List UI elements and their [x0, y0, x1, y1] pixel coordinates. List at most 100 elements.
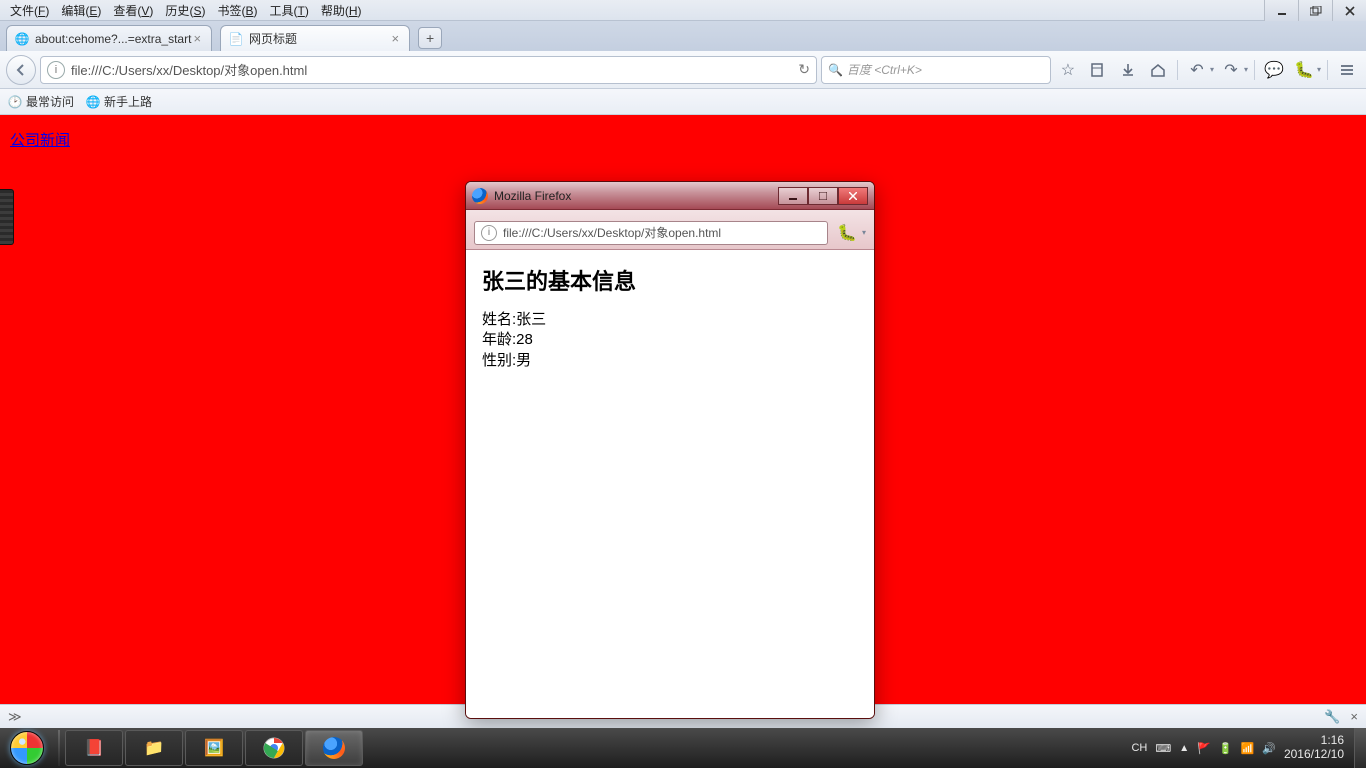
- search-bar[interactable]: 🔍 百度 <Ctrl+K>: [821, 56, 1051, 84]
- menu-help[interactable]: 帮助(H): [315, 1, 368, 20]
- menu-file[interactable]: 文件(F): [4, 1, 55, 20]
- critter-icon[interactable]: 🐛: [1291, 57, 1317, 83]
- window-restore-button[interactable]: [1298, 0, 1332, 21]
- system-tray: CH ⌨ ▲ 🚩 🔋 📶 🔊 1:16 2016/12/10: [1121, 728, 1354, 768]
- volume-icon[interactable]: 🔊: [1262, 742, 1276, 755]
- dropdown-icon[interactable]: ▾: [1244, 65, 1248, 74]
- page-content: 公司新闻 Mozilla Firefox i file:///C:/Users/…: [0, 115, 1366, 704]
- nav-bar: i file:///C:/Users/xx/Desktop/对象open.htm…: [0, 51, 1366, 89]
- new-tab-button[interactable]: +: [418, 27, 442, 49]
- site-info-icon[interactable]: i: [481, 225, 497, 241]
- window-close-button[interactable]: [1332, 0, 1366, 21]
- app-icon: 📕: [80, 734, 108, 762]
- battery-icon[interactable]: 🔋: [1219, 742, 1233, 755]
- show-desktop-button[interactable]: [1354, 728, 1366, 768]
- tray-overflow-button[interactable]: ▲: [1179, 743, 1189, 754]
- tab-title: about:cehome?...=extra_start: [35, 32, 191, 46]
- library-button[interactable]: [1085, 57, 1111, 83]
- network-icon[interactable]: 📶: [1241, 742, 1255, 755]
- dropdown-icon[interactable]: ▾: [1210, 65, 1214, 74]
- redo-button[interactable]: ↷: [1218, 57, 1244, 83]
- photo-icon: 🖼️: [200, 734, 228, 762]
- back-arrow-icon: [14, 63, 28, 77]
- popup-toolbar: i file:///C:/Users/xx/Desktop/对象open.htm…: [466, 210, 874, 250]
- popup-url-bar[interactable]: i file:///C:/Users/xx/Desktop/对象open.htm…: [474, 221, 828, 245]
- ime-indicator[interactable]: CH: [1131, 742, 1147, 754]
- windows-taskbar: 📕 📁 🖼️ CH ⌨ ▲ 🚩 🔋 📶 🔊 1:16 2016/12/10: [0, 728, 1366, 768]
- start-button[interactable]: [0, 728, 54, 768]
- clock-time: 1:16: [1284, 734, 1344, 748]
- url-bar[interactable]: i file:///C:/Users/xx/Desktop/对象open.htm…: [40, 56, 817, 84]
- addon-prompt[interactable]: ≫: [8, 709, 22, 725]
- taskbar-item-chrome[interactable]: [245, 730, 303, 766]
- tab-title: 网页标题: [249, 30, 297, 47]
- tab-strip: 🌐 about:cehome?...=extra_start × 📄 网页标题 …: [0, 21, 1366, 51]
- separator: [1177, 60, 1178, 80]
- chat-icon[interactable]: 💬: [1261, 57, 1287, 83]
- bookmarks-toolbar: 🕑 最常访问 🌐 新手上路: [0, 89, 1366, 115]
- tab-close-button[interactable]: ×: [191, 31, 203, 46]
- globe-icon: 🌐: [86, 95, 100, 109]
- site-info-icon[interactable]: i: [47, 61, 65, 79]
- menu-tools[interactable]: 工具(T): [263, 1, 314, 20]
- separator: [1327, 60, 1328, 80]
- popup-url-text: file:///C:/Users/xx/Desktop/对象open.html: [503, 224, 821, 241]
- close-addonbar-button[interactable]: ×: [1350, 709, 1358, 724]
- search-placeholder: 百度 <Ctrl+K>: [847, 61, 922, 78]
- firefox-icon: [320, 734, 348, 762]
- taskbar-item-app1[interactable]: 📕: [65, 730, 123, 766]
- chrome-icon: [260, 734, 288, 762]
- devtools-button[interactable]: 🔧: [1324, 709, 1340, 725]
- taskbar-item-firefox[interactable]: [305, 730, 363, 766]
- dropdown-icon[interactable]: ▾: [1317, 65, 1321, 74]
- taskbar-item-photo[interactable]: 🖼️: [185, 730, 243, 766]
- menu-edit[interactable]: 编辑(E): [55, 1, 107, 20]
- ime-tool-icon[interactable]: ⌨: [1155, 742, 1171, 755]
- downloads-button[interactable]: [1115, 57, 1141, 83]
- hamburger-menu-button[interactable]: [1334, 57, 1360, 83]
- home-button[interactable]: [1145, 57, 1171, 83]
- most-visited-icon: 🕑: [8, 95, 22, 109]
- tab-0[interactable]: 🌐 about:cehome?...=extra_start ×: [6, 25, 212, 51]
- popup-line-age: 年龄:28: [482, 330, 858, 350]
- popup-minimize-button[interactable]: [778, 187, 808, 205]
- popup-body: 张三的基本信息 姓名:张三 年龄:28 性别:男: [466, 250, 874, 718]
- window-controls: [1264, 0, 1366, 21]
- tab-1[interactable]: 📄 网页标题 ×: [220, 25, 410, 51]
- bookmark-label: 最常访问: [26, 93, 74, 110]
- back-button[interactable]: [6, 55, 36, 85]
- popup-window-controls: [778, 187, 868, 205]
- reload-button[interactable]: ↻: [798, 61, 810, 78]
- taskbar-item-explorer[interactable]: 📁: [125, 730, 183, 766]
- undo-button[interactable]: ↶: [1184, 57, 1210, 83]
- firefox-logo-icon: [472, 188, 488, 204]
- bookmark-star-button[interactable]: ☆: [1055, 57, 1081, 83]
- tray-clock[interactable]: 1:16 2016/12/10: [1284, 734, 1344, 762]
- clock-date: 2016/12/10: [1284, 748, 1344, 762]
- popup-window: Mozilla Firefox i file:///C:/Users/xx/De…: [465, 181, 875, 719]
- flag-icon[interactable]: 🚩: [1197, 742, 1211, 755]
- popup-maximize-button[interactable]: [808, 187, 838, 205]
- menu-bookmark[interactable]: 书签(B): [211, 1, 263, 20]
- search-icon: 🔍: [828, 63, 843, 77]
- bookmark-item-getting-started[interactable]: 🌐 新手上路: [86, 93, 152, 110]
- window-minimize-button[interactable]: [1264, 0, 1298, 21]
- bookmark-item-most-visited[interactable]: 🕑 最常访问: [8, 93, 74, 110]
- windows-logo-icon: [10, 731, 44, 765]
- popup-titlebar[interactable]: Mozilla Firefox: [466, 182, 874, 210]
- globe-icon: 🌐: [15, 32, 29, 46]
- company-news-link[interactable]: 公司新闻: [10, 129, 70, 150]
- side-handle[interactable]: [0, 189, 14, 245]
- dropdown-icon[interactable]: ▾: [862, 228, 866, 237]
- popup-heading: 张三的基本信息: [482, 264, 858, 296]
- folder-icon: 📁: [140, 734, 168, 762]
- popup-close-button[interactable]: [838, 187, 868, 205]
- menu-history[interactable]: 历史(S): [159, 1, 211, 20]
- tab-close-button[interactable]: ×: [389, 31, 401, 46]
- page-icon: 📄: [229, 32, 243, 46]
- critter-icon[interactable]: 🐛: [834, 220, 860, 246]
- url-text: file:///C:/Users/xx/Desktop/对象open.html: [71, 60, 798, 79]
- menu-view[interactable]: 查看(V): [107, 1, 159, 20]
- popup-line-name: 姓名:张三: [482, 310, 858, 330]
- bookmark-label: 新手上路: [104, 93, 152, 110]
